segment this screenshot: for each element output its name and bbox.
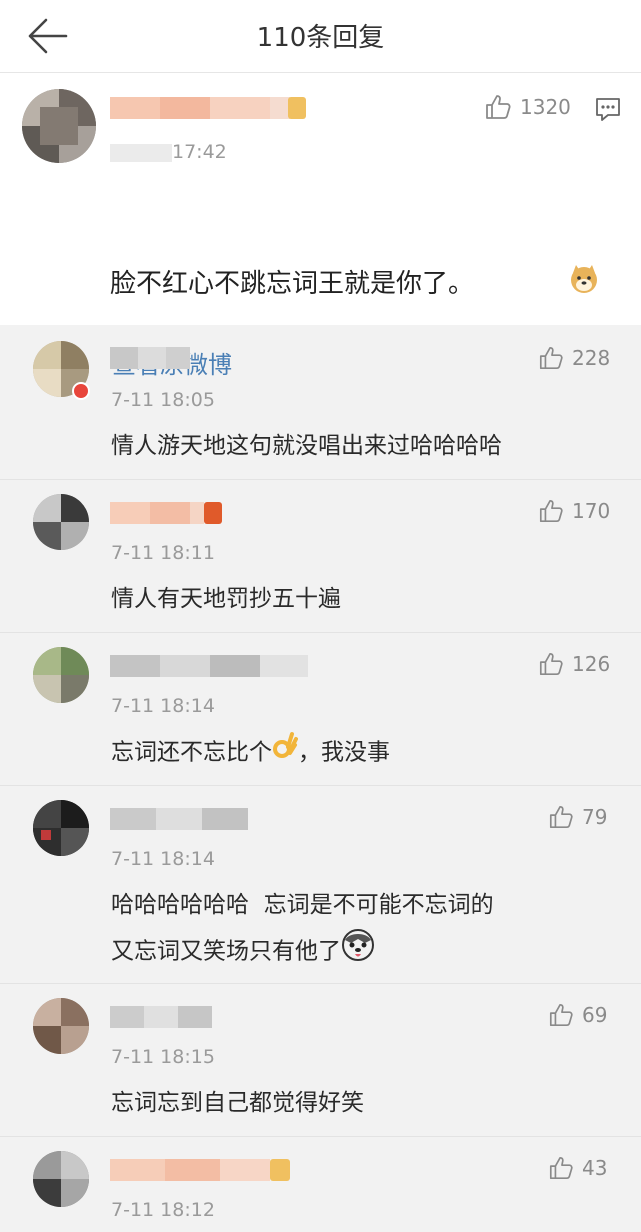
username-blurred[interactable] [110,808,248,830]
husky-emoji-icon [341,928,375,976]
username-blurred[interactable] [110,655,308,677]
like-count: 170 [572,499,611,523]
thumbs-up-icon [539,652,563,676]
list-item: 69 7-11 18:15 忘词忘到自己都觉得好笑 [0,984,641,1137]
verified-badge-icon [72,382,90,400]
thumbs-up-icon [539,499,563,523]
like-button[interactable]: 228 [538,345,610,371]
username-blurred[interactable] [110,1159,290,1181]
list-item: 43 7-11 18:12 [0,1137,641,1232]
like-count: 1320 [520,95,571,119]
like-button[interactable]: 43 [548,1155,607,1181]
page-title: 110条回复 [256,23,385,53]
avatar[interactable] [33,1151,89,1207]
thumbs-up-icon [539,346,563,370]
reply-time: 7-11 18:05 [111,389,215,411]
username-blurred[interactable] [110,347,190,369]
comment-icon[interactable] [594,95,622,127]
reply-text-part: 又忘词又笑场只有他了 [111,938,341,965]
reply-time: 7-11 18:14 [111,848,215,870]
reply-text: 情人有天地罚抄五十遍 [111,586,341,612]
like-count: 228 [572,346,611,370]
like-button[interactable]: 126 [538,651,610,677]
reply-text: 哈哈哈哈哈哈 忘词是不可能不忘词的 [111,892,494,918]
reply-text: 情人游天地这句就没唱出来过哈哈哈哈 [111,433,502,459]
avatar[interactable] [33,800,89,856]
avatar[interactable] [22,89,96,163]
avatar[interactable] [33,647,89,703]
list-item: 126 7-11 18:14 忘词还不忘比个 ，我没事 [0,633,641,786]
reply-text: 忘词还不忘比个 ，我没事 [111,731,390,775]
doge-emoji-icon [568,263,600,299]
like-button[interactable]: 1320 [484,93,571,121]
like-button[interactable]: 69 [548,1002,607,1028]
like-count: 79 [582,805,608,829]
comment-time: 17:42 [172,141,227,163]
reply-text-part: 忘词还不忘比个 [111,739,272,766]
main-comment: 17:42 1320 脸不红心不跳忘词王就是你了。 查看原微博 [0,73,641,379]
like-button[interactable]: 170 [538,498,610,524]
thumbs-up-icon [549,1003,573,1027]
comment-text: 脸不红心不跳忘词王就是你了。 [110,269,475,299]
time-prefix-blurred [110,144,172,162]
ok-hand-emoji-icon [272,731,298,775]
reply-text: 又忘词又笑场只有他了 [111,928,375,976]
thumbs-up-icon [549,1156,573,1180]
username-blurred[interactable] [110,502,222,524]
thumbs-up-icon [486,95,511,119]
reply-text: 忘词忘到自己都觉得好笑 [111,1090,364,1116]
username-blurred[interactable] [110,97,310,119]
like-count: 69 [582,1003,608,1027]
reply-time: 7-11 18:12 [111,1199,215,1221]
avatar[interactable] [33,998,89,1054]
username-blurred[interactable] [110,1006,212,1028]
reply-time: 7-11 18:15 [111,1046,215,1068]
like-count: 126 [572,652,611,676]
top-bar: 110条回复 [0,0,641,73]
thumbs-up-icon [549,805,573,829]
reply-text-part: ，我没事 [298,739,390,766]
list-item: 79 7-11 18:14 哈哈哈哈哈哈 忘词是不可能不忘词的 又忘词又笑场只有… [0,786,641,984]
reply-time: 7-11 18:11 [111,542,215,564]
like-button[interactable]: 79 [548,804,607,830]
list-item: 228 7-11 18:05 情人游天地这句就没唱出来过哈哈哈哈 [0,327,641,480]
reply-time: 7-11 18:14 [111,695,215,717]
avatar[interactable] [33,494,89,550]
like-count: 43 [582,1156,608,1180]
list-item: 170 7-11 18:11 情人有天地罚抄五十遍 [0,480,641,633]
